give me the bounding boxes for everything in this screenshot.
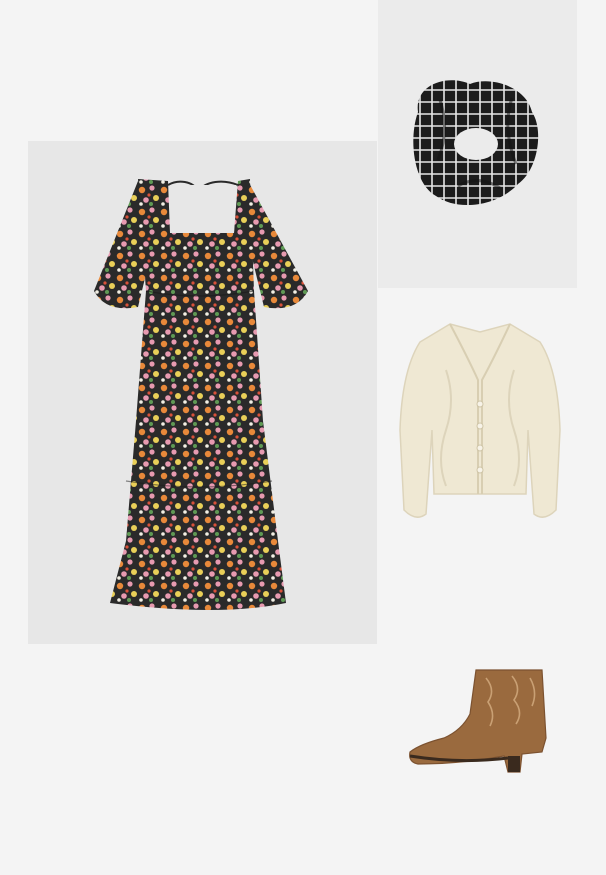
- dress-product-image[interactable]: [28, 141, 377, 644]
- checked-scrunchie-icon: [413, 80, 539, 206]
- boot-product-image[interactable]: [400, 660, 560, 778]
- tan-western-ankle-boot-icon: [409, 669, 547, 773]
- cardigan-product-image[interactable]: [390, 310, 570, 535]
- floral-midi-dress-icon: [94, 179, 308, 610]
- cream-cable-knit-cardigan-icon: [399, 323, 561, 518]
- scrunchie-product-image[interactable]: [378, 0, 577, 288]
